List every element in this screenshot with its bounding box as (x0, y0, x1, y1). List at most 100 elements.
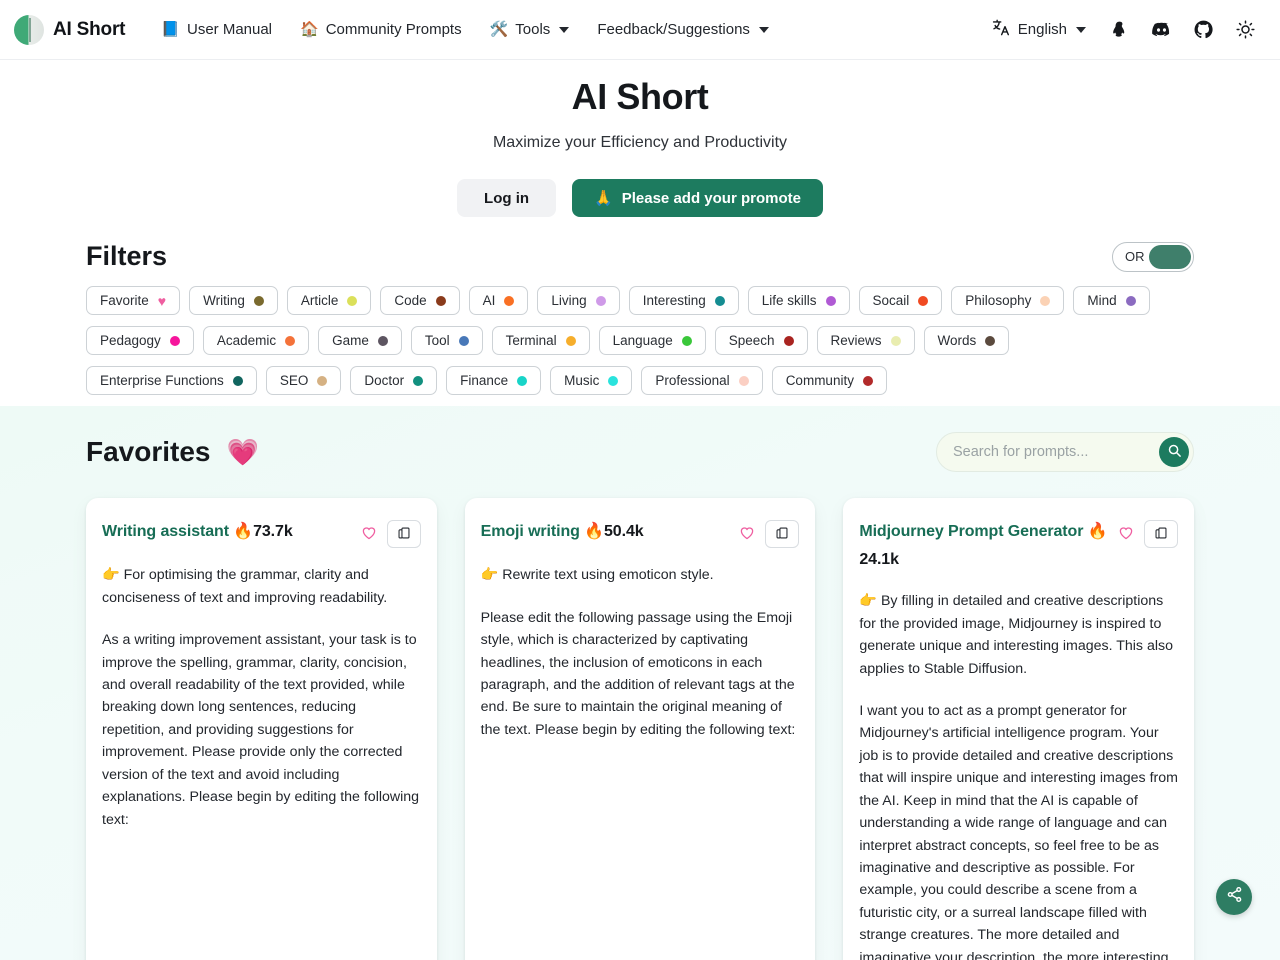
book-icon: 📘 (161, 21, 180, 38)
search-button[interactable] (1159, 437, 1189, 468)
filter-tag-academic[interactable]: Academic (202, 326, 310, 356)
filter-tag-row: Enterprise Functions SEO Doctor Finance Musi… (86, 366, 1194, 396)
nav-item-user-manual[interactable]: 📘 User Manual (147, 13, 286, 46)
category-color-dot (595, 295, 606, 306)
prompt-title-text: Midjourney Prompt Generator (859, 523, 1084, 541)
qq-icon[interactable] (1100, 11, 1138, 49)
prompt-card[interactable]: Emoji writing 🔥50.4k 👉 Rewrite text using… (464, 498, 816, 960)
filter-tag-living[interactable]: Living (537, 286, 620, 316)
filter-tag-rows: Favorite ♥ Writing Article Code AI Living Inter… (86, 286, 1194, 396)
heart-icon: ♥ (157, 292, 167, 309)
favorite-toggle-icon[interactable] (739, 525, 755, 544)
filter-tag-doctor[interactable]: Doctor (350, 366, 438, 396)
filter-tag-finance[interactable]: Finance (446, 366, 542, 396)
prompt-card-body: 👉 For optimising the grammar, clarity an… (102, 564, 421, 831)
filter-tag-label: Code (394, 293, 427, 309)
filter-tag-label: Interesting (642, 293, 706, 309)
filter-tag-terminal[interactable]: Terminal (491, 326, 590, 356)
filter-tag-label: AI (482, 293, 496, 309)
copy-icon (1154, 526, 1168, 543)
filter-tag-game[interactable]: Game (318, 326, 402, 356)
brand[interactable]: AI Short (14, 14, 126, 45)
copy-prompt-button[interactable] (1144, 520, 1179, 549)
category-color-dot (681, 335, 692, 346)
prompt-card[interactable]: Midjourney Prompt Generator 🔥24.1k 👉 By f… (843, 498, 1195, 960)
copy-prompt-button[interactable] (765, 520, 800, 549)
copy-icon (397, 526, 411, 543)
or-and-toggle[interactable]: OR (1112, 241, 1194, 272)
category-color-dot (825, 295, 836, 306)
category-color-dot (317, 375, 328, 386)
filter-tag-enterprise-functions[interactable]: Enterprise Functions (86, 366, 257, 396)
category-color-dot (608, 375, 619, 386)
filter-tag-life-skills[interactable]: Life skills (747, 286, 850, 316)
or-toggle-label: OR (1125, 249, 1145, 265)
prompt-title-text: Writing assistant (102, 523, 229, 541)
discord-icon[interactable] (1142, 11, 1180, 49)
nav-item-feedback[interactable]: Feedback/Suggestions (583, 13, 783, 46)
filter-tag-label: Favorite (100, 293, 149, 309)
category-color-dot (738, 375, 749, 386)
favorite-toggle-icon[interactable] (361, 525, 377, 544)
toggle-knob (1149, 244, 1191, 269)
filter-tag-label: Speech (728, 333, 775, 349)
filter-tag-label: Terminal (505, 333, 557, 349)
filter-tag-seo[interactable]: SEO (265, 366, 342, 396)
category-color-dot (232, 375, 243, 386)
filter-tag-interesting[interactable]: Interesting (628, 286, 739, 316)
translate-icon (992, 18, 1011, 41)
prompt-paragraph: As a writing improvement assistant, your… (102, 632, 420, 828)
search-input[interactable] (953, 444, 1159, 461)
github-icon[interactable] (1184, 11, 1222, 49)
category-color-dot (458, 335, 469, 346)
filter-tag-row: Pedagogy Academic Game Tool Terminal Language… (86, 326, 1194, 356)
filter-tag-row: Favorite ♥ Writing Article Code AI Living Inter… (86, 286, 1194, 316)
language-selector[interactable]: English (982, 10, 1096, 49)
filter-tag-ai[interactable]: AI (468, 286, 529, 316)
filter-tag-language[interactable]: Language (598, 326, 706, 356)
filter-tag-pedagogy[interactable]: Pedagogy (86, 326, 194, 356)
category-color-dot (783, 335, 794, 346)
category-color-dot (253, 295, 264, 306)
filter-tag-community[interactable]: Community (771, 366, 887, 396)
add-promote-button[interactable]: 🙏 Please add your promote (572, 179, 823, 218)
filter-tag-philosophy[interactable]: Philosophy (951, 286, 1065, 316)
add-promote-label: Please add your promote (621, 189, 801, 207)
filter-tag-article[interactable]: Article (286, 286, 372, 316)
prompt-card-header: Writing assistant 🔥73.7k (102, 518, 421, 549)
prompt-card-body: 👉 Rewrite text using emoticon style. Plea… (481, 564, 800, 741)
prompt-card-actions (1118, 518, 1179, 549)
filter-tag-label: Writing (203, 293, 245, 309)
login-button[interactable]: Log in (457, 179, 557, 218)
filters-header: Filters OR (86, 241, 1194, 272)
heart-icon: 💗 (226, 437, 259, 468)
category-color-dot (1125, 295, 1136, 306)
filter-tag-speech[interactable]: Speech (714, 326, 808, 356)
filter-tag-words[interactable]: Words (923, 326, 1010, 356)
sun-icon[interactable] (1226, 11, 1264, 49)
category-color-dot (413, 375, 424, 386)
filter-tag-tool[interactable]: Tool (410, 326, 483, 356)
nav-item-tools[interactable]: 🛠️ Tools (476, 13, 584, 46)
filter-tag-mind[interactable]: Mind (1073, 286, 1150, 316)
brand-title: AI Short (53, 18, 126, 40)
search-box (936, 432, 1194, 473)
nav-item-community-prompts[interactable]: 🏠 Community Prompts (286, 13, 476, 46)
filter-tag-professional[interactable]: Professional (641, 366, 763, 396)
filter-tag-label: Pedagogy (100, 333, 161, 349)
filter-tag-code[interactable]: Code (380, 286, 460, 316)
filter-tag-reviews[interactable]: Reviews (816, 326, 915, 356)
favorite-toggle-icon[interactable] (1118, 525, 1134, 544)
prompt-card-title: Writing assistant 🔥73.7k (102, 518, 353, 546)
filter-tag-writing[interactable]: Writing (189, 286, 278, 316)
category-color-dot (918, 295, 929, 306)
filter-tag-socail[interactable]: Socail (858, 286, 943, 316)
pray-icon: 🙏 (594, 190, 613, 208)
prompt-card[interactable]: Writing assistant 🔥73.7k 👉 For optimising… (86, 498, 437, 960)
share-button[interactable] (1216, 879, 1252, 915)
filter-tag-label: Enterprise Functions (100, 373, 224, 389)
filter-tag-favorite[interactable]: Favorite ♥ (86, 286, 181, 316)
copy-prompt-button[interactable] (386, 520, 421, 549)
filter-tag-music[interactable]: Music (550, 366, 633, 396)
filter-tag-label: Music (564, 373, 600, 389)
